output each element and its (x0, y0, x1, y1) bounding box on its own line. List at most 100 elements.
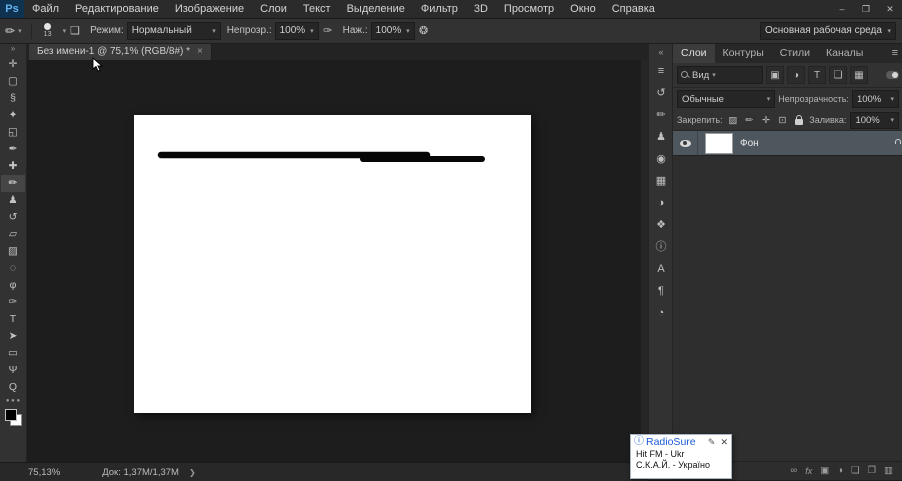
layer-row-background[interactable]: Фон (673, 131, 902, 156)
add-layer-mask-button[interactable]: ▣ (820, 466, 829, 476)
tab-close-icon[interactable]: × (197, 46, 203, 57)
hand-tool[interactable]: Ψ (1, 362, 25, 379)
minimize-button[interactable]: – (830, 0, 854, 18)
properties-panel-button[interactable]: ≡ (651, 63, 671, 79)
lock-label: Закрепить: (677, 115, 723, 125)
info-panel-button[interactable]: ⓘ (651, 239, 671, 255)
color-swatches[interactable] (4, 409, 22, 426)
foreground-color-swatch[interactable] (4, 409, 17, 421)
document-tab[interactable]: Без имени-1 @ 75,1% (RGB/8#) * × (29, 43, 212, 60)
filter-pixel-layers-button[interactable]: ▣ (766, 66, 784, 84)
toolbar-collapse-button[interactable]: » (11, 44, 15, 54)
zoom-level-field[interactable]: 75,13% (28, 467, 60, 478)
lock-all-button[interactable] (793, 113, 806, 127)
current-tool-button[interactable]: ✏ ▾ (0, 24, 27, 38)
close-button[interactable]: ✕ (878, 0, 902, 18)
tab-paths[interactable]: Контуры (715, 43, 772, 63)
type-tool[interactable]: T (1, 311, 25, 328)
status-options-arrow-icon[interactable]: ❯ (189, 468, 196, 477)
shape-tool[interactable]: ▭ (1, 345, 25, 362)
new-adjustment-layer-button[interactable]: ◑ (837, 466, 843, 476)
document-canvas[interactable] (134, 115, 531, 413)
paragraph-panel-button[interactable]: ¶ (651, 283, 671, 299)
edit-toolbar-button[interactable]: ● ● ● (6, 398, 20, 404)
crop-tool[interactable]: ◱ (1, 124, 25, 141)
menu-view[interactable]: Просмотр (496, 0, 562, 18)
styles-panel-button[interactable]: ❖ (651, 217, 671, 233)
workspace-select[interactable]: Основная рабочая среда ▾ (760, 21, 896, 40)
tab-channels[interactable]: Каналы (818, 43, 871, 63)
clone-stamp-tool[interactable]: ♟ (1, 192, 25, 209)
filter-smart-objects-button[interactable]: ▦ (850, 66, 868, 84)
dodge-tool[interactable]: φ (1, 277, 25, 294)
history-brush-tool[interactable]: ↺ (1, 209, 25, 226)
lock-position-button[interactable]: ✛ (760, 113, 773, 127)
lock-pixels-button[interactable]: ✏ (743, 113, 756, 127)
menu-image[interactable]: Изображение (167, 0, 252, 18)
popup-close-icon[interactable]: ✕ (720, 437, 728, 448)
quick-selection-tool[interactable]: ✦ (1, 107, 25, 124)
restore-button[interactable]: ❐ (854, 0, 878, 18)
timeline-panel-button[interactable]: ◔ (651, 305, 671, 321)
panel-menu-icon[interactable]: ≡ (887, 43, 902, 63)
expand-panels-button[interactable]: « (658, 45, 663, 59)
menu-filter[interactable]: Фильтр (413, 0, 466, 18)
lasso-tool[interactable]: § (1, 90, 25, 107)
vertical-scrollbar[interactable] (641, 60, 648, 462)
menu-layers[interactable]: Слои (252, 0, 295, 18)
zoom-tool[interactable]: Q (1, 379, 25, 396)
menu-3d[interactable]: 3D (466, 0, 496, 18)
healing-brush-tool[interactable]: ✚ (1, 158, 25, 175)
filter-shape-layers-button[interactable]: ❏ (829, 66, 847, 84)
opacity-select[interactable]: 100% ▾ (274, 21, 319, 40)
layer-blend-mode-select[interactable]: Обычные ▾ (677, 90, 776, 108)
layer-filter-select[interactable]: Вид ▾ (677, 66, 763, 84)
brush-settings-panel-button[interactable]: ✏ (651, 107, 671, 123)
filter-type-layers-button[interactable]: T (808, 66, 826, 84)
link-layers-button[interactable]: ∞ (790, 466, 797, 476)
new-group-button[interactable]: ❏ (851, 466, 860, 476)
wrench-icon[interactable]: ✎ (708, 437, 716, 448)
menu-edit[interactable]: Редактирование (67, 0, 167, 18)
layer-thumbnail[interactable] (705, 132, 733, 154)
new-layer-button[interactable]: ❐ (867, 466, 876, 476)
eyedropper-tool[interactable]: ✒ (1, 141, 25, 158)
clone-source-panel-button[interactable]: ♟ (651, 129, 671, 145)
move-tool[interactable]: ✛ (1, 56, 25, 73)
fill-select[interactable]: 100% ▾ (850, 111, 899, 129)
eraser-tool[interactable]: ▱ (1, 226, 25, 243)
adjustments-panel-button[interactable]: ◑ (651, 195, 671, 211)
layer-filter-toggle[interactable] (886, 71, 899, 79)
gradient-tool[interactable]: ▨ (1, 243, 25, 260)
brush-tool[interactable]: ✏ (1, 175, 25, 192)
path-selection-tool[interactable]: ➤ (1, 328, 25, 345)
color-panel-button[interactable]: ◉ (651, 151, 671, 167)
delete-layer-button[interactable]: ▥ (884, 466, 893, 476)
pressure-opacity-button[interactable]: ✑ (319, 24, 337, 37)
menu-select[interactable]: Выделение (339, 0, 413, 18)
toggle-brush-panel-button[interactable]: ❏ (66, 24, 84, 37)
menu-help[interactable]: Справка (604, 0, 663, 18)
character-panel-button[interactable]: А (651, 261, 671, 277)
blur-tool[interactable]: ◌ (1, 260, 25, 277)
tab-layers[interactable]: Слои (673, 43, 715, 63)
swatches-panel-button[interactable]: ▦ (651, 173, 671, 189)
tab-styles[interactable]: Стили (772, 43, 818, 63)
lock-transparency-button[interactable]: ▨ (727, 113, 740, 127)
flow-select[interactable]: 100% ▾ (370, 21, 415, 40)
blend-mode-value: Нормальный (131, 25, 192, 36)
layer-opacity-select[interactable]: 100% ▾ (851, 90, 899, 108)
marquee-tool[interactable]: ▢ (1, 73, 25, 90)
layer-visibility-toggle[interactable] (673, 131, 698, 155)
layer-effects-button[interactable]: fx (805, 466, 812, 476)
airbrush-button[interactable]: ❂ (415, 24, 433, 37)
pen-tool[interactable]: ✑ (1, 294, 25, 311)
menu-window[interactable]: Окно (562, 0, 604, 18)
lock-artboard-button[interactable]: ⊡ (776, 113, 789, 127)
filter-adjustment-layers-button[interactable]: ◑ (787, 66, 805, 84)
history-panel-button[interactable]: ↺ (651, 85, 671, 101)
brush-preset-picker[interactable]: 13 (36, 23, 60, 38)
menu-type[interactable]: Текст (295, 0, 339, 18)
blend-mode-select[interactable]: Нормальный ▾ (126, 21, 221, 40)
menu-file[interactable]: Файл (24, 0, 67, 18)
